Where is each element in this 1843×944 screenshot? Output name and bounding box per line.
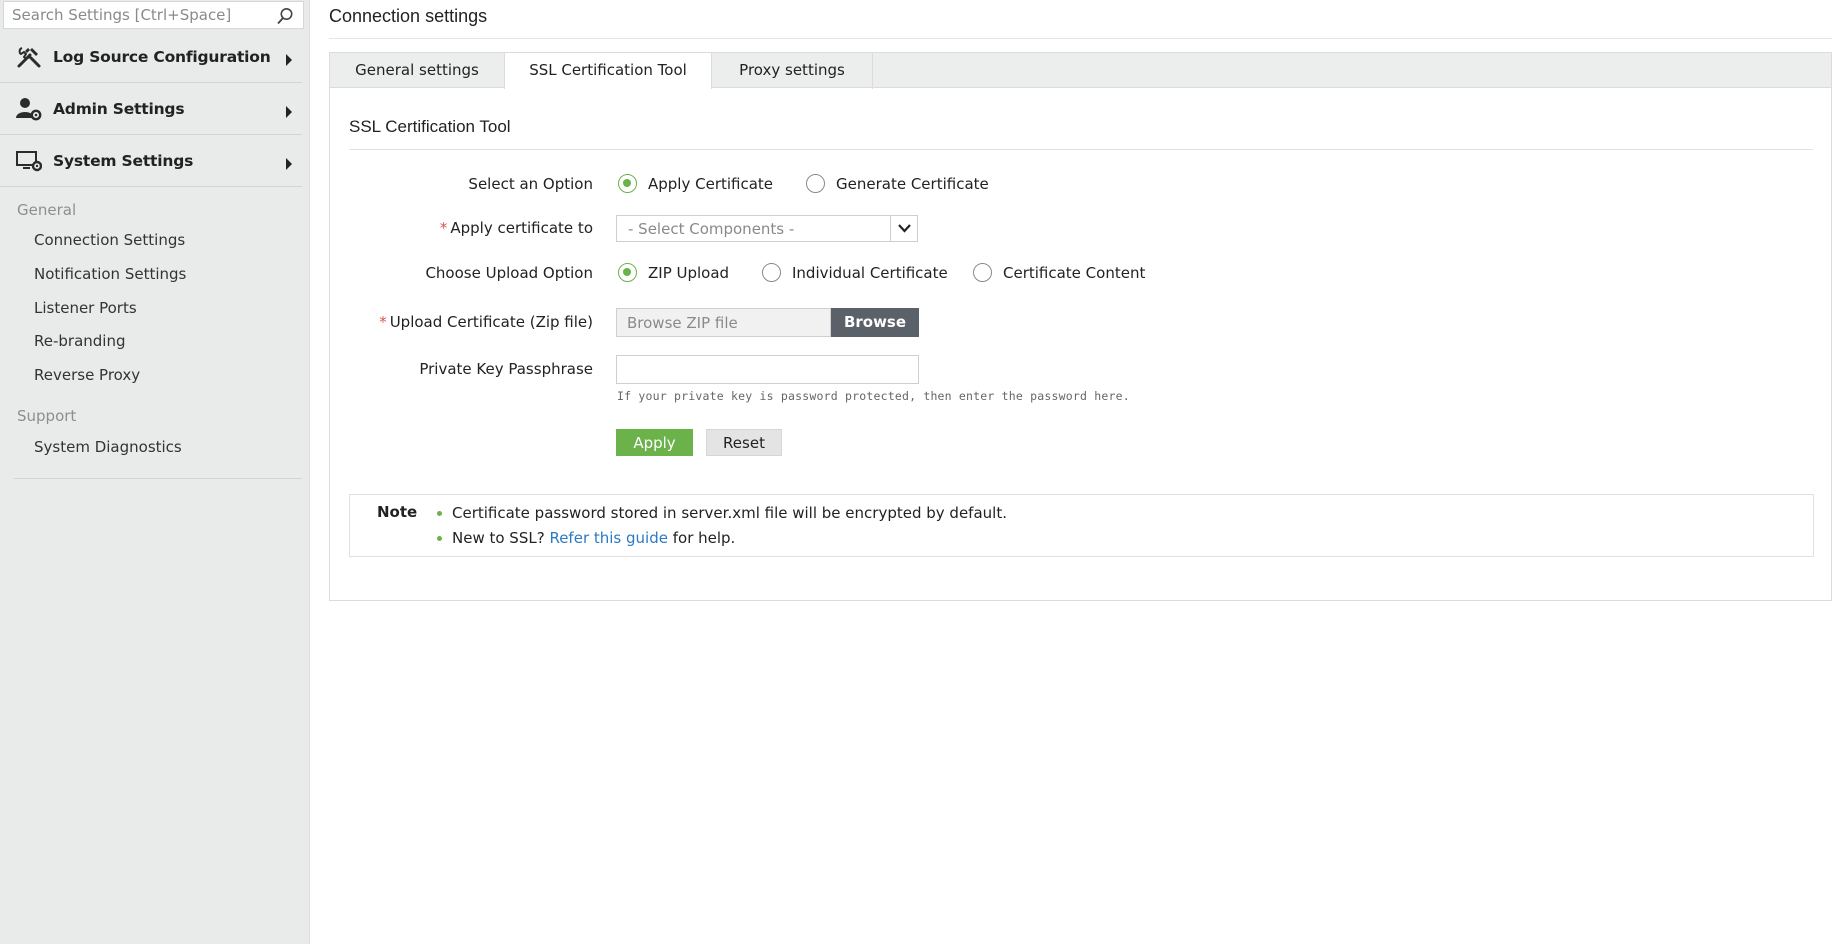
note-text: New to SSL? [452, 529, 550, 547]
radio-unchecked-icon [806, 174, 825, 193]
file-path-field[interactable]: Browse ZIP file [616, 308, 831, 337]
section-divider [349, 149, 1813, 150]
caret-right-icon [286, 106, 292, 118]
tab-bar: General settings SSL Certification Tool … [330, 53, 1831, 89]
passphrase-input[interactable] [616, 355, 919, 384]
radio-label: Generate Certificate [836, 174, 989, 193]
sidebar-subitem-connection-settings[interactable]: Connection Settings [34, 231, 185, 249]
browse-button[interactable]: Browse [831, 308, 919, 337]
radio-certificate-content[interactable]: Certificate Content [973, 263, 1145, 282]
radio-zip-upload[interactable]: ZIP Upload [618, 263, 729, 282]
sidebar: Log Source Configuration Admin Settings … [0, 0, 310, 944]
sidebar-subitem-rebranding[interactable]: Re-branding [34, 332, 126, 350]
upload-option-label: Choose Upload Option [425, 264, 593, 282]
note-item: Certificate password stored in server.xm… [437, 504, 1007, 529]
dropdown-button[interactable] [890, 216, 917, 241]
sidebar-item-system-settings[interactable]: System Settings [0, 136, 302, 187]
title-divider [329, 38, 1832, 39]
sidebar-item-label: System Settings [53, 152, 194, 170]
search-input[interactable] [4, 2, 264, 28]
required-marker: * [379, 313, 387, 331]
apply-to-label-text: Apply certificate to [450, 219, 593, 237]
sidebar-item-label: Admin Settings [53, 100, 185, 118]
sidebar-subitem-listener-ports[interactable]: Listener Ports [34, 299, 137, 317]
note-box: Note Certificate password stored in serv… [349, 494, 1814, 557]
tab-general-settings[interactable]: General settings [330, 53, 505, 89]
tab-proxy-settings[interactable]: Proxy settings [712, 53, 873, 89]
select-value: - Select Components - [628, 220, 795, 238]
passphrase-hint: If your private key is password protecte… [617, 389, 1130, 403]
radio-checked-icon [618, 263, 637, 282]
radio-checked-icon [618, 174, 637, 193]
sidebar-subitem-notification-settings[interactable]: Notification Settings [34, 265, 186, 283]
settings-panel: General settings SSL Certification Tool … [329, 52, 1832, 601]
tools-icon [17, 47, 41, 68]
passphrase-label: Private Key Passphrase [419, 360, 593, 378]
radio-generate-certificate[interactable]: Generate Certificate [806, 174, 989, 193]
upload-cert-label: * Upload Certificate (Zip file) [379, 313, 593, 331]
sidebar-subitem-system-diagnostics[interactable]: System Diagnostics [34, 438, 182, 456]
radio-individual-certificate[interactable]: Individual Certificate [762, 263, 948, 282]
section-label-general: General [17, 201, 77, 219]
search-icon[interactable] [276, 7, 294, 25]
note-title: Note [377, 503, 418, 521]
note-item: New to SSL? Refer this guide for help. [437, 529, 1007, 554]
radio-unchecked-icon [973, 263, 992, 282]
caret-right-icon [286, 158, 292, 170]
sidebar-subitem-reverse-proxy[interactable]: Reverse Proxy [34, 366, 140, 384]
apply-to-label: * Apply certificate to [440, 219, 593, 237]
apply-button[interactable]: Apply [616, 429, 693, 456]
tab-ssl-certification-tool[interactable]: SSL Certification Tool [504, 53, 712, 89]
search-box [3, 1, 304, 29]
section-label-support: Support [17, 407, 77, 425]
radio-label: Individual Certificate [792, 263, 948, 282]
monitor-gear-icon [16, 151, 42, 172]
select-option-label: Select an Option [468, 175, 593, 193]
radio-unchecked-icon [762, 263, 781, 282]
section-title: SSL Certification Tool [349, 117, 511, 136]
sidebar-item-label: Log Source Configuration [53, 48, 271, 66]
radio-label: ZIP Upload [648, 263, 730, 282]
radio-label: Apply Certificate [648, 174, 774, 193]
sidebar-item-admin-settings[interactable]: Admin Settings [0, 84, 302, 135]
radio-label: Certificate Content [1003, 263, 1146, 282]
guide-link[interactable]: Refer this guide [549, 529, 668, 547]
upload-cert-label-text: Upload Certificate (Zip file) [389, 313, 593, 331]
chevron-down-icon [898, 224, 911, 233]
sidebar-item-log-source-configuration[interactable]: Log Source Configuration [0, 32, 302, 83]
reset-button[interactable]: Reset [706, 429, 782, 456]
components-select[interactable]: - Select Components - [616, 215, 918, 242]
user-gear-icon [16, 98, 42, 121]
sidebar-divider [14, 478, 302, 479]
note-list: Certificate password stored in server.xm… [437, 504, 1007, 554]
note-text: for help. [667, 529, 736, 547]
radio-apply-certificate[interactable]: Apply Certificate [618, 174, 773, 193]
page-title: Connection settings [329, 6, 488, 26]
caret-right-icon [286, 54, 292, 66]
required-marker: * [439, 219, 448, 237]
